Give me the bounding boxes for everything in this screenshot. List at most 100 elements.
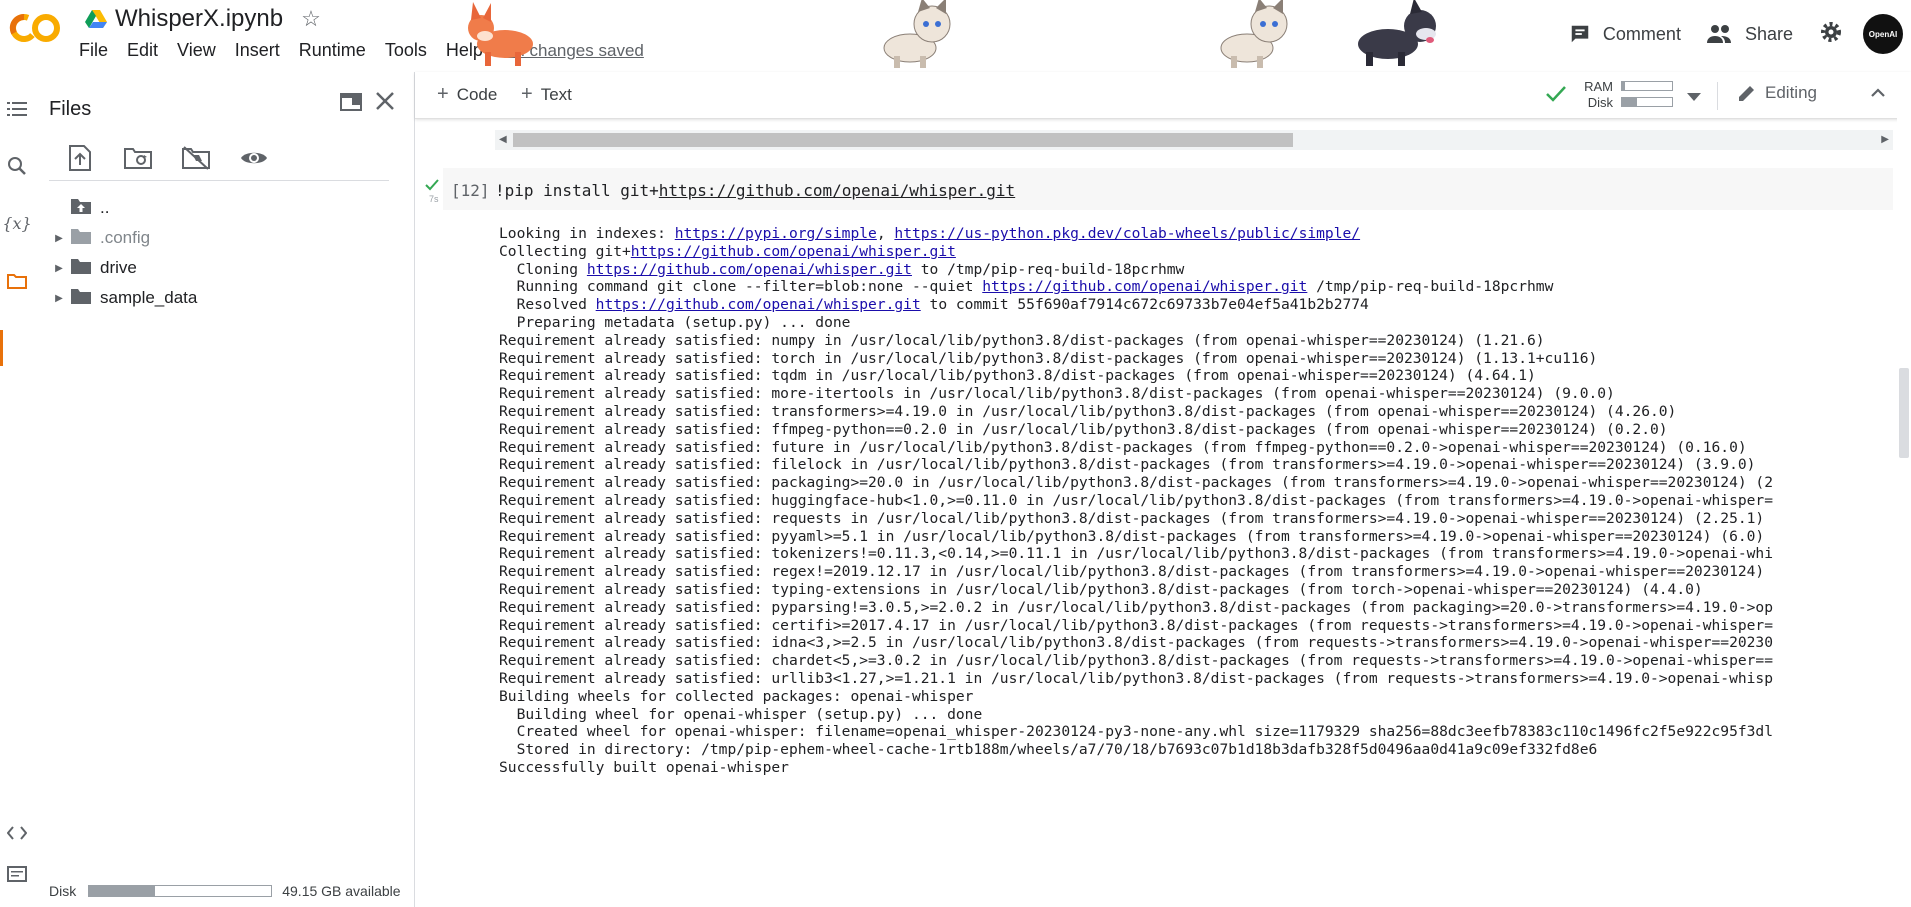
output-text: Requirement already satisfied: pyparsing… xyxy=(499,598,1773,616)
output-link[interactable]: https://github.com/openai/whisper.git xyxy=(982,278,1307,295)
output-text: Requirement already satisfied: numpy in … xyxy=(499,331,1545,349)
share-label: Share xyxy=(1744,23,1793,44)
disk-usage-fill xyxy=(89,886,155,896)
add-code-button[interactable]: + Code xyxy=(437,83,497,106)
disk-resource-label: Disk xyxy=(1587,94,1613,110)
upload-icon[interactable] xyxy=(66,144,94,172)
output-line: Cloning https://github.com/openai/whispe… xyxy=(499,261,1895,279)
folder-icon xyxy=(70,257,92,280)
output-line: Requirement already satisfied: pyyaml>=5… xyxy=(499,528,1895,546)
disk-available: 49.15 GB available xyxy=(282,883,401,899)
output-text: Looking in indexes: xyxy=(499,225,675,242)
output-text: Requirement already satisfied: urllib3<1… xyxy=(499,669,1773,687)
horizontal-scrollbar[interactable]: ◀ ▶ xyxy=(495,130,1893,150)
caret-right-icon[interactable]: ▶ xyxy=(48,293,70,304)
scrollbar-thumb[interactable] xyxy=(1899,368,1909,458)
menu-file[interactable]: File xyxy=(79,40,118,61)
output-link[interactable]: https://github.com/openai/whisper.git xyxy=(631,243,956,260)
google-drive-icon[interactable] xyxy=(85,9,107,29)
output-line: Requirement already satisfied: ffmpeg-py… xyxy=(499,421,1895,439)
chevron-down-icon[interactable] xyxy=(1687,88,1701,106)
scroll-right-icon[interactable]: ▶ xyxy=(1881,134,1889,145)
chevron-up-icon[interactable] xyxy=(1869,84,1887,107)
output-text: Requirement already satisfied: certifi>=… xyxy=(499,616,1773,634)
add-text-label: Text xyxy=(540,84,572,104)
scrollbar-thumb[interactable] xyxy=(513,133,1293,147)
menu-runtime[interactable]: Runtime xyxy=(299,40,376,61)
menu-tools[interactable]: Tools xyxy=(385,40,437,61)
output-link[interactable]: https://github.com/openai/whisper.git xyxy=(596,296,921,313)
vertical-scrollbar[interactable] xyxy=(1897,118,1911,907)
share-button[interactable]: Share xyxy=(1706,23,1793,45)
tree-item-config[interactable]: ▶ .config xyxy=(48,226,150,250)
gear-icon[interactable] xyxy=(1819,20,1843,49)
tree-item-parent[interactable]: .. xyxy=(48,196,109,220)
rail-active-indicator xyxy=(0,330,3,366)
editing-label: Editing xyxy=(1765,83,1817,102)
output-text: Requirement already satisfied: huggingfa… xyxy=(499,491,1773,509)
resources-indicator[interactable]: RAM Disk xyxy=(1545,78,1673,110)
code-text: !pip install git+ xyxy=(495,181,659,200)
close-icon[interactable] xyxy=(374,90,396,117)
output-line: Collecting git+https://github.com/openai… xyxy=(499,243,1895,261)
cell-code[interactable]: !pip install git+https://github.com/open… xyxy=(495,181,1015,200)
folder-up-icon xyxy=(70,197,92,220)
output-text: Requirement already satisfied: idna<3,>=… xyxy=(499,634,1773,652)
output-link[interactable]: https://pypi.org/simple xyxy=(675,225,877,242)
menu-view[interactable]: View xyxy=(177,40,226,61)
menu-edit[interactable]: Edit xyxy=(127,40,168,61)
comment-button[interactable]: Comment xyxy=(1569,23,1681,45)
output-text: Created wheel for openai-whisper: filena… xyxy=(499,723,1773,741)
output-line: Looking in indexes: https://pypi.org/sim… xyxy=(499,225,1895,243)
star-icon[interactable]: ☆ xyxy=(301,6,321,32)
add-code-label: Code xyxy=(456,84,498,104)
output-text: Requirement already satisfied: pyyaml>=5… xyxy=(499,527,1765,545)
pencil-icon xyxy=(1739,86,1754,101)
scroll-left-icon[interactable]: ◀ xyxy=(499,134,507,145)
disk-usage-bar xyxy=(88,885,273,897)
tree-item-label: drive xyxy=(100,258,137,277)
output-line: Requirement already satisfied: future in… xyxy=(499,439,1895,457)
output-line: Building wheel for openai-whisper (setup… xyxy=(499,706,1895,724)
code-cell[interactable]: 7s [12] !pip install git+https://github.… xyxy=(425,168,1893,210)
add-text-button[interactable]: + Text xyxy=(521,83,572,106)
plus-icon: + xyxy=(521,83,533,105)
output-line: Requirement already satisfied: requests … xyxy=(499,510,1895,528)
tree-item-sample-data[interactable]: ▶ sample_data xyxy=(48,286,197,310)
output-line: Requirement already satisfied: tokenizer… xyxy=(499,545,1895,563)
output-link[interactable]: https://us-python.pkg.dev/colab-wheels/p… xyxy=(894,225,1360,242)
code-link[interactable]: https://github.com/openai/whisper.git xyxy=(659,181,1015,200)
output-text: to commit 55f690af7914c672c69733b7e04ef5… xyxy=(920,296,1369,314)
output-text: Requirement already satisfied: more-iter… xyxy=(499,385,1615,403)
caret-right-icon[interactable]: ▶ xyxy=(48,233,70,244)
terminal-icon[interactable] xyxy=(4,861,30,887)
code-snippets-icon[interactable] xyxy=(4,820,30,846)
visibility-icon[interactable] xyxy=(240,144,268,172)
notebook-title[interactable]: WhisperX.ipynb xyxy=(115,5,283,33)
menu-insert[interactable]: Insert xyxy=(235,40,290,61)
notebook-toolbar: + Code + Text RAM Disk Editing xyxy=(415,72,1911,119)
files-icon[interactable] xyxy=(4,268,30,294)
output-line: Requirement already satisfied: packaging… xyxy=(499,474,1895,492)
output-line: Requirement already satisfied: chardet<5… xyxy=(499,652,1895,670)
drive-off-icon[interactable] xyxy=(182,144,210,172)
output-text: Collecting git+ xyxy=(499,242,631,260)
caret-right-icon[interactable]: ▶ xyxy=(48,263,70,274)
output-text: Requirement already satisfied: tqdm in /… xyxy=(499,367,1536,385)
colab-logo[interactable] xyxy=(8,10,64,46)
toc-icon[interactable] xyxy=(4,96,30,122)
refresh-folder-icon[interactable] xyxy=(124,144,152,172)
tree-item-label: .config xyxy=(100,228,151,247)
open-in-window-icon[interactable] xyxy=(340,92,362,117)
disk-label: Disk xyxy=(49,883,77,899)
tree-item-drive[interactable]: ▶ drive xyxy=(48,256,137,280)
output-text: Running command git clone --filter=blob:… xyxy=(499,278,983,296)
avatar[interactable]: OpenAI xyxy=(1863,14,1903,54)
cat-pet-image xyxy=(876,0,956,77)
output-text: Cloning xyxy=(499,260,587,278)
output-line: Requirement already satisfied: typing-ex… xyxy=(499,581,1895,599)
output-link[interactable]: https://github.com/openai/whisper.git xyxy=(587,261,912,278)
output-line: Preparing metadata (setup.py) ... done xyxy=(499,314,1895,332)
search-icon[interactable] xyxy=(4,153,30,179)
editing-mode-button[interactable]: Editing xyxy=(1737,83,1817,103)
